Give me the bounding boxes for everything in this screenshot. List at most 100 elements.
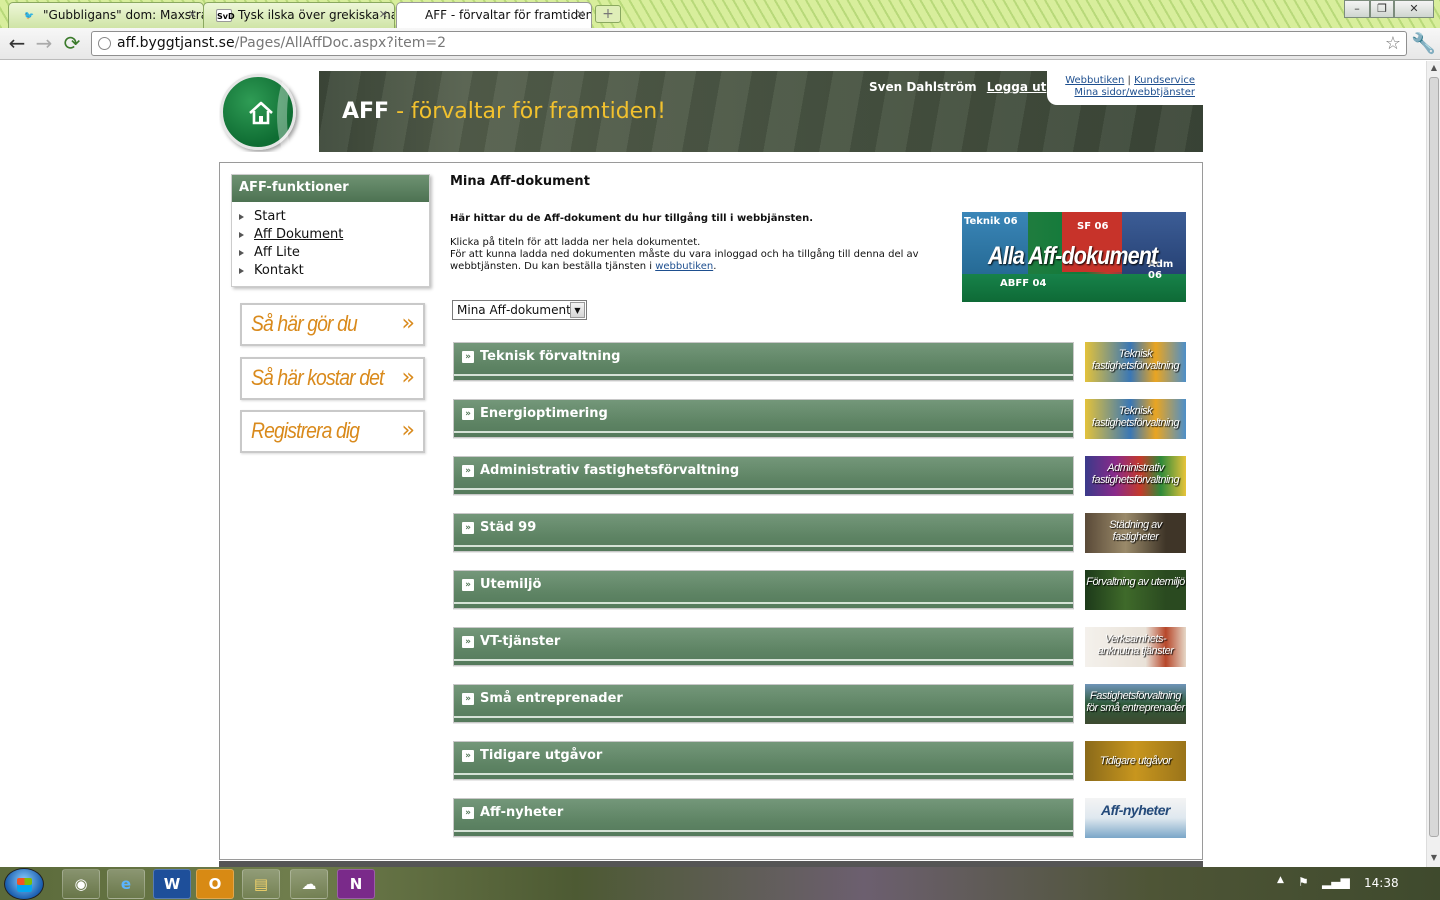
category-stad-99[interactable]: » Städ 99 (453, 513, 1074, 552)
network-signal-icon[interactable]: ▂▄▆ (1322, 875, 1350, 889)
menu-item-start[interactable]: Start (239, 208, 429, 226)
new-tab-button[interactable]: + (595, 5, 621, 23)
clock[interactable]: 14:38 (1364, 876, 1399, 890)
thumb-energioptimering[interactable]: Teknisk fastighetsförvaltning (1085, 399, 1186, 439)
thumb-stad-99[interactable]: Städning av fastigheter (1085, 513, 1186, 553)
double-chevron-icon: » (462, 807, 474, 819)
address-bar[interactable]: aff.byggtjanst.se/Pages/AllAffDoc.aspx?i… (91, 31, 1407, 56)
scrollbar-thumb[interactable] (1429, 77, 1439, 837)
category-label: Energioptimering (480, 406, 608, 421)
browser-titlebar: 🐦 "Gubbligans" dom: Maxstra ✕ SvD Tysk i… (0, 0, 1440, 28)
tab-svd[interactable]: SvD Tysk ilska över grekiska nazi ✕ (203, 2, 395, 28)
category-label: Teknisk förvaltning (480, 349, 621, 364)
tab-gubbligans[interactable]: 🐦 "Gubbligans" dom: Maxstra ✕ (8, 2, 204, 28)
promo-pricing[interactable]: Så här kostar det » (240, 357, 425, 400)
category-label: Små entreprenader (480, 691, 623, 706)
wrench-icon[interactable]: 🔧 (1411, 32, 1436, 56)
tab-title: Tysk ilska över grekiska nazi (238, 8, 395, 22)
all-aff-documents-banner[interactable]: Teknik 06 SF 06 ABFF 04 Adm 06 Alla Aff-… (962, 212, 1186, 302)
thumb-tidigare-utgavor[interactable]: Tidigare utgåvor (1085, 741, 1186, 781)
thumb-teknisk-forvaltning[interactable]: Teknisk fastighetsförvaltning (1085, 342, 1186, 382)
action-center-flag-icon[interactable]: ⚑ (1298, 875, 1309, 889)
document-filter-select[interactable]: Mina Aff-dokument ▼ (452, 300, 587, 320)
scroll-up-icon[interactable]: ▲ (1429, 63, 1439, 72)
promo-label: Så här kostar det (251, 365, 384, 390)
minimize-icon[interactable]: – (1344, 0, 1370, 18)
thumb-utemiljo[interactable]: Förvaltning av utemiljö (1085, 570, 1186, 610)
category-sma-entreprenader[interactable]: » Små entreprenader (453, 684, 1074, 723)
category-tidigare-utgavor[interactable]: » Tidigare utgåvor (453, 741, 1074, 780)
menu-item-label: Start (254, 209, 286, 224)
category-aff-nyheter[interactable]: » Aff-nyheter (453, 798, 1074, 837)
tab-title: AFF - förvaltar för framtiden (425, 8, 592, 22)
banner-label-teknik: Teknik 06 (964, 216, 1018, 227)
category-label: Tidigare utgåvor (480, 748, 603, 763)
tab-aff[interactable]: AFF - förvaltar för framtiden ✕ (396, 2, 592, 28)
back-icon[interactable]: ← (5, 32, 29, 56)
aff-functions-panel: AFF-funktioner Start Aff Dokument Aff Li… (231, 174, 430, 287)
webshop-link[interactable]: webbutiken (655, 261, 713, 272)
page-title: Mina Aff-dokument (450, 174, 590, 189)
taskbar: ◉ e W O ▤ ☁ N ▲ ⚑ ▂▄▆ 14:38 (0, 867, 1440, 900)
outlook-taskbar-icon[interactable]: O (196, 869, 234, 899)
user-info: Sven Dahlström Logga ut (869, 80, 1046, 94)
svd-favicon-icon: SvD (216, 9, 235, 22)
bird-favicon-icon: 🐦 (24, 11, 34, 20)
promo-label: Så här gör du (251, 311, 358, 336)
photos-taskbar-icon[interactable]: ☁ (290, 869, 328, 899)
promo-register[interactable]: Registrera dig » (240, 410, 425, 453)
word-taskbar-icon[interactable]: W (153, 869, 191, 899)
maximize-icon[interactable]: ❐ (1370, 0, 1394, 18)
page-viewport: AFF - förvaltar för framtiden! Sven Dahl… (0, 61, 1426, 867)
double-chevron-icon: » (462, 522, 474, 534)
thumb-administrativ[interactable]: Administrativ fastighetsförvaltning (1085, 456, 1186, 496)
shop-link[interactable]: Webbutiken (1065, 75, 1124, 86)
menu-item-kontakt[interactable]: Kontakt (239, 262, 429, 280)
chrome-taskbar-icon[interactable]: ◉ (62, 869, 100, 899)
thumb-caption: Förvaltning av utemiljö (1086, 576, 1185, 588)
category-label: Administrativ fastighetsförvaltning (480, 463, 740, 478)
thumb-caption: Städning av fastigheter (1109, 519, 1162, 543)
user-name: Sven Dahlström (869, 80, 977, 94)
reload-icon[interactable]: ⟳ (60, 32, 84, 56)
tray-expand-icon[interactable]: ▲ (1277, 875, 1284, 885)
category-teknisk-forvaltning[interactable]: » Teknisk förvaltning (453, 342, 1074, 381)
scroll-down-icon[interactable]: ▼ (1429, 853, 1439, 862)
category-vt-tjanster[interactable]: » VT-tjänster (453, 627, 1074, 666)
category-utemiljo[interactable]: » Utemiljö (453, 570, 1074, 609)
thumb-aff-nyheter[interactable]: Aff-nyheter (1085, 798, 1186, 838)
start-button[interactable] (4, 868, 44, 900)
banner-title: Alla Aff-dokument (988, 242, 1158, 270)
menu-item-aff-lite[interactable]: Aff Lite (239, 244, 429, 262)
intro-end: . (713, 261, 717, 272)
category-energioptimering[interactable]: » Energioptimering (453, 399, 1074, 438)
close-tab-icon[interactable]: ✕ (379, 8, 388, 21)
double-chevron-icon: » (401, 365, 415, 390)
customer-service-link[interactable]: Kundservice (1134, 75, 1195, 86)
my-pages-link[interactable]: Mina sidor/webbtjänster (1074, 87, 1195, 98)
tab-title: "Gubbligans" dom: Maxstra (43, 8, 204, 22)
explorer-taskbar-icon[interactable]: ▤ (242, 869, 280, 899)
thumb-caption: Administrativ fastighetsförvaltning (1091, 462, 1180, 486)
close-window-icon[interactable]: ✕ (1394, 0, 1434, 18)
vertical-scrollbar[interactable]: ▲ ▼ (1426, 61, 1440, 867)
bookmark-star-icon[interactable]: ☆ (1385, 33, 1401, 54)
thumb-vt-tjanster[interactable]: Verksamhets-anknutna tjänster (1085, 627, 1186, 667)
ie-taskbar-icon[interactable]: e (107, 869, 145, 899)
functions-menu: Start Aff Dokument Aff Lite Kontakt (232, 202, 429, 280)
forward-icon[interactable]: → (32, 32, 56, 56)
thumb-sma-entreprenader[interactable]: Fastighetsförvaltning för små entreprena… (1085, 684, 1186, 724)
menu-item-aff-dokument[interactable]: Aff Dokument (239, 226, 429, 244)
banner-label-abff: ABFF 04 (1000, 278, 1047, 289)
logout-link[interactable]: Logga ut (987, 80, 1047, 94)
thumb-caption: Tidigare utgåvor (1099, 755, 1172, 767)
close-tab-icon[interactable]: ✕ (188, 8, 197, 21)
category-label: Utemiljö (480, 577, 542, 592)
dropdown-arrow-icon[interactable]: ▼ (570, 302, 585, 318)
intro-line2: För att kunna ladda ned dokumenten måste… (450, 249, 930, 273)
category-administrativ[interactable]: » Administrativ fastighetsförvaltning (453, 456, 1074, 495)
menu-item-label: Kontakt (254, 263, 304, 278)
promo-how-to[interactable]: Så här gör du » (240, 303, 425, 346)
close-tab-icon[interactable]: ✕ (576, 8, 585, 21)
onenote-taskbar-icon[interactable]: N (337, 869, 375, 899)
